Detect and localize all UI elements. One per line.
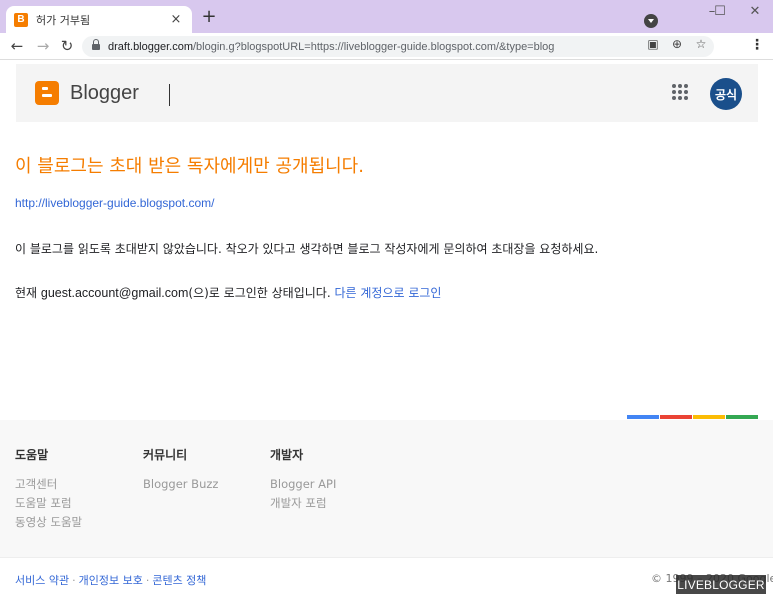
tab-close-icon[interactable]: × [168, 12, 184, 27]
browser-titlebar: B 허가 거부됨 × + – ☐ ✕ [0, 0, 773, 33]
footer-bottom: 서비스 약관·개인정보 보호·콘텐츠 정책 © 1999 – 2020 Goog… [0, 557, 773, 601]
access-denied-message: 이 블로그를 읽도록 초대받지 않았습니다. 착오가 있다고 생각하면 블로그 … [15, 242, 599, 256]
blogger-logo-icon[interactable] [35, 81, 59, 105]
login-suffix: (으)로 로그인한 상태입니다. [188, 286, 335, 300]
lock-icon[interactable] [92, 39, 100, 51]
url-text: draft.blogger.com/blogin.g?blogspotURL=h… [108, 40, 555, 53]
footer: 도움말 고객센터 도움말 포럼 동영상 도움말 커뮤니티 Blogger Buz… [0, 420, 773, 557]
login-status: 현재 guest.account@gmail.com(으)로 로그인한 상태입니… [15, 284, 441, 301]
login-prefix: 현재 [15, 286, 41, 300]
profile-menu-icon[interactable] [644, 14, 658, 28]
tab-title: 허가 거부됨 [36, 13, 91, 27]
content-policy-link[interactable]: 콘텐츠 정책 [152, 574, 206, 587]
footer-link-help-center[interactable]: 고객센터 [15, 475, 82, 494]
switch-account-link[interactable]: 다른 계정으로 로그인 [334, 286, 441, 300]
color-bar-red [660, 415, 692, 419]
footer-heading: 커뮤니티 [143, 448, 188, 462]
browser-tab[interactable]: B 허가 거부됨 × [6, 6, 192, 33]
privacy-link[interactable]: 개인정보 보호 [79, 574, 143, 587]
star-icon[interactable]: ☆ [694, 37, 708, 51]
blog-url-link[interactable]: http://liveblogger-guide.blogspot.com/ [15, 196, 214, 210]
maximize-button[interactable]: ☐ [710, 4, 730, 19]
blogger-logo-text[interactable]: Blogger [70, 82, 139, 105]
zoom-icon[interactable]: ⊕ [670, 37, 684, 51]
legal-separator: · [72, 574, 76, 587]
close-window-button[interactable]: ✕ [745, 4, 765, 19]
footer-link-developer-forum[interactable]: 개발자 포럼 [270, 494, 336, 513]
reload-button[interactable]: ↻ [58, 37, 76, 55]
browser-menu-icon[interactable]: ⋮ [750, 37, 764, 53]
footer-heading: 도움말 [15, 448, 49, 462]
footer-link-help-forum[interactable]: 도움말 포럼 [15, 494, 82, 513]
login-email: guest.account@gmail.com [40, 286, 189, 300]
header-divider [169, 84, 170, 106]
forward-button[interactable]: → [34, 37, 52, 55]
footer-heading: 개발자 [270, 448, 304, 462]
back-button[interactable]: ← [8, 37, 26, 55]
watermark: LIVEBLOGGER [676, 575, 766, 594]
account-avatar[interactable]: 공식 [710, 78, 742, 110]
address-bar[interactable]: draft.blogger.com/blogin.g?blogspotURL=h… [82, 36, 714, 57]
footer-col-help: 도움말 고객센터 도움말 포럼 동영상 도움말 [15, 446, 82, 532]
footer-link-blogger-api[interactable]: Blogger API [270, 475, 336, 494]
footer-col-developers: 개발자 Blogger API 개발자 포럼 [270, 446, 336, 513]
blogger-favicon-icon: B [14, 12, 28, 27]
footer-link-blogger-buzz[interactable]: Blogger Buzz [143, 475, 218, 494]
color-bar-yellow [693, 415, 725, 419]
color-bar-green [726, 415, 758, 419]
browser-toolbar: ← → ↻ draft.blogger.com/blogin.g?blogspo… [0, 33, 773, 60]
page-title: 이 블로그는 초대 받은 독자에게만 공개됩니다. [15, 156, 364, 177]
blogger-header: Blogger 공식 [16, 64, 758, 122]
color-bar-blue [627, 415, 659, 419]
google-apps-icon[interactable] [672, 84, 688, 100]
qr-icon[interactable]: ▣ [646, 37, 660, 51]
legal-separator: · [145, 574, 150, 587]
terms-link[interactable]: 서비스 약관 [15, 574, 69, 587]
new-tab-button[interactable]: + [200, 8, 218, 26]
footer-link-video-help[interactable]: 동영상 도움말 [15, 513, 82, 532]
legal-links: 서비스 약관 · 개인정보 보호 · 콘텐츠 정책 [15, 572, 206, 588]
footer-col-community: 커뮤니티 Blogger Buzz [143, 446, 218, 494]
